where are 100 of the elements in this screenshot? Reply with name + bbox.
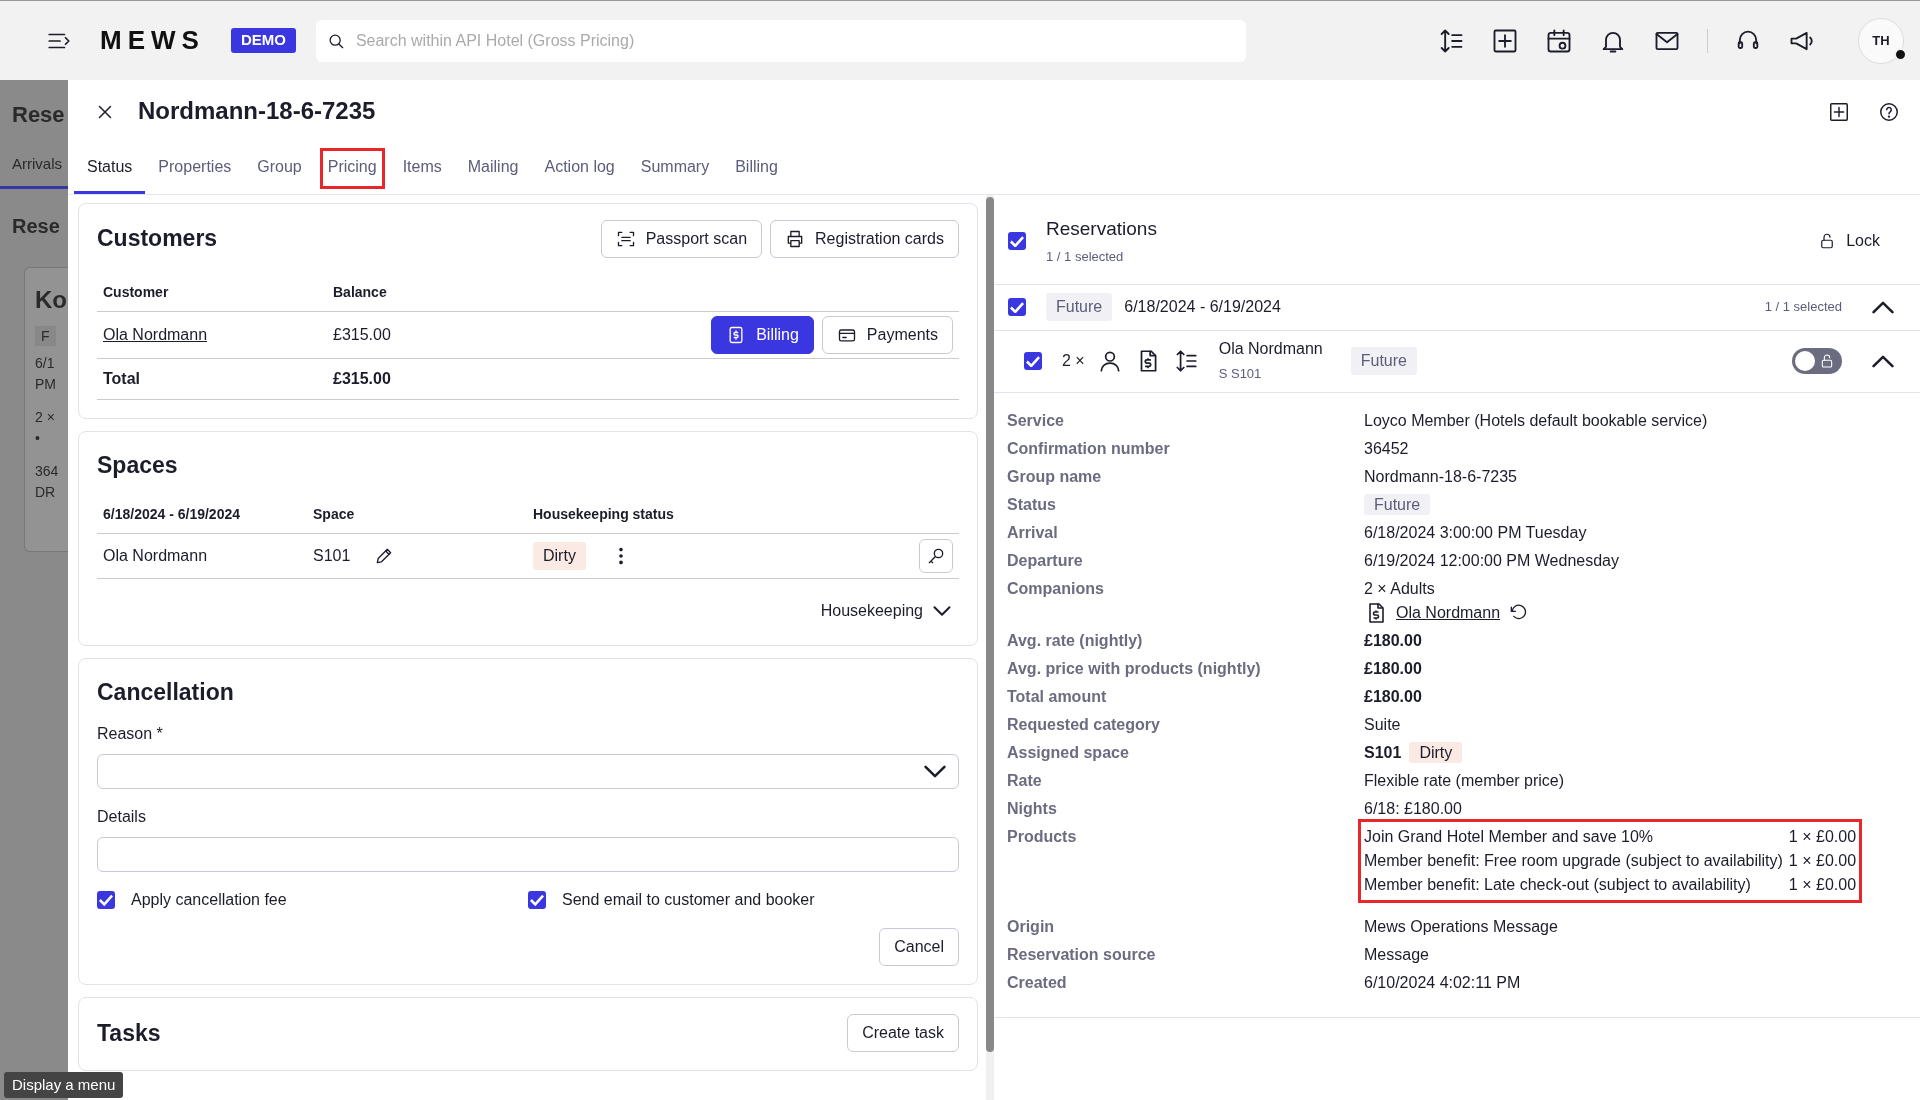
selection-count: 1 / 1 selected [1046, 248, 1124, 264]
scrollbar[interactable] [986, 197, 994, 1052]
checkbox-label: Send email to customer and booker [562, 890, 815, 911]
card-text: • [35, 429, 40, 446]
card-text: DR [35, 483, 56, 500]
detail-value: £180.00 [1364, 631, 1422, 649]
card-title: Customers [97, 225, 218, 253]
registration-cards-button[interactable]: Registration cards [770, 220, 959, 258]
tab[interactable]: Arrivals [12, 155, 62, 172]
checkbox[interactable] [528, 891, 546, 910]
chevron-up-icon[interactable] [1872, 300, 1894, 314]
detail-value: Loyco Member (Hotels default bookable service) [1364, 411, 1708, 429]
checkbox[interactable] [1008, 232, 1026, 251]
product-amount: 1 × £0.00 [1788, 850, 1857, 871]
column-header: Housekeeping status [527, 495, 860, 534]
table-cell: Ola Nordmann [97, 533, 307, 579]
tab[interactable]: Status [74, 143, 146, 194]
tab[interactable]: Action log [531, 143, 628, 194]
detail-label: Assigned space [1007, 743, 1129, 761]
status-tag: Future [1046, 293, 1113, 321]
tab[interactable]: Summary [627, 143, 723, 194]
product-amount: 1 × £0.00 [1788, 826, 1857, 847]
reservation-title: Nordmann-18-6-7235 [138, 97, 376, 126]
logo[interactable]: MEWS [100, 21, 205, 60]
status-tag: Future [1350, 347, 1417, 375]
reservation-card[interactable]: Ko F 6/1 PM 2 × • 364 DR [24, 266, 68, 552]
detail-value: Mews Operations Message [1364, 917, 1558, 935]
column-header: Customer [97, 274, 327, 312]
column-header: Space [307, 495, 527, 534]
detail-value: Nordmann-18-6-7235 [1364, 467, 1517, 485]
date-range: 6/18/2024 - 6/19/2024 [1124, 297, 1281, 317]
table-cell: £315.00 [327, 358, 464, 400]
column-header: Balance [327, 274, 464, 312]
tab[interactable]: Properties [145, 143, 245, 194]
detail-label: Companions [1007, 579, 1104, 597]
lock-icon [1819, 353, 1835, 369]
chevron-down-icon [924, 765, 946, 779]
details-field[interactable] [97, 837, 959, 873]
detail-label: Origin [1007, 917, 1055, 935]
card-title: Spaces [97, 452, 179, 480]
detail-label: Reservation source [1007, 945, 1156, 963]
cancel-button[interactable]: Cancel [879, 928, 959, 967]
status-tag: Future [1364, 493, 1431, 515]
tab[interactable]: Items [389, 143, 455, 194]
product-amount: 1 × £0.00 [1788, 874, 1857, 895]
detail-value: Message [1364, 945, 1429, 963]
field-label: Details [97, 808, 146, 826]
checkmark-icon [1010, 301, 1024, 313]
detail-value: £180.00 [1364, 659, 1422, 677]
detail-label: Avg. price with products (nightly) [1007, 659, 1261, 677]
card-text: PM [35, 375, 56, 392]
detail-label: Requested category [1007, 715, 1160, 733]
add-icon[interactable] [1828, 100, 1850, 123]
key-button[interactable] [919, 538, 953, 573]
detail-value: Flexible rate (member price) [1364, 771, 1565, 789]
tab[interactable]: Pricing [314, 143, 390, 194]
search-field[interactable]: Search within API Hotel (Gross Pricing) [315, 19, 1246, 62]
detail-label: Group name [1007, 467, 1102, 485]
demo-badge: DEMO [230, 28, 296, 53]
guest-count: 2 × [1062, 351, 1085, 371]
detail-label: Products [1007, 827, 1077, 845]
table-cell: £315.00 [327, 311, 464, 359]
detail-value: 6/18: £180.00 [1364, 799, 1462, 817]
chevron-up-icon[interactable] [1872, 354, 1894, 368]
detail-value: S101 [1364, 743, 1402, 761]
tab[interactable]: Mailing [454, 143, 532, 194]
tab[interactable]: Billing [722, 143, 791, 194]
checkmark-icon [99, 893, 113, 908]
card-title: Cancellation [97, 678, 235, 707]
field-label: Reason * [97, 725, 163, 743]
status-dot [1894, 47, 1907, 61]
card-title: Tasks [97, 1020, 161, 1048]
detail-label: Avg. rate (nightly) [1007, 631, 1143, 649]
product-name: Join Grand Hotel Member and save 10% [1364, 826, 1655, 847]
billing-button[interactable]: Billing [711, 316, 814, 354]
checkbox[interactable] [1024, 352, 1042, 370]
create-task-button[interactable]: Create task [847, 1014, 959, 1053]
checkbox[interactable] [1008, 298, 1026, 316]
card-title: Ko [35, 285, 67, 313]
checkbox[interactable] [97, 891, 115, 910]
payments-button[interactable]: Payments [821, 316, 953, 354]
avatar[interactable]: TH [1858, 17, 1904, 64]
help-icon[interactable] [1878, 100, 1900, 123]
selection-count: 1 / 1 selected [1764, 298, 1842, 317]
detail-value: 6/19/2024 12:00:00 PM Wednesday [1364, 551, 1619, 569]
passport-scan-button[interactable]: Passport scan [600, 220, 763, 258]
card-text: 6/1 [35, 354, 55, 371]
column-header: 6/18/2024 - 6/19/2024 [97, 495, 307, 534]
guest-name: Ola Nordmann [1218, 340, 1323, 357]
companion-link[interactable]: Ola Nordmann [1396, 600, 1501, 625]
customer-link[interactable]: Ola Nordmann [103, 326, 208, 343]
status-tag: Dirty [1409, 741, 1463, 763]
section-title: Reservations [1046, 218, 1157, 239]
detail-label: Created [1007, 973, 1067, 991]
checkbox-label: Apply cancellation fee [131, 890, 287, 911]
detail-label: Arrival [1007, 523, 1058, 541]
lock-toggle[interactable] [1792, 348, 1842, 374]
tab[interactable]: Group [244, 143, 315, 194]
detail-label: Service [1007, 411, 1064, 429]
tooltip: Display a menu [4, 1071, 124, 1098]
